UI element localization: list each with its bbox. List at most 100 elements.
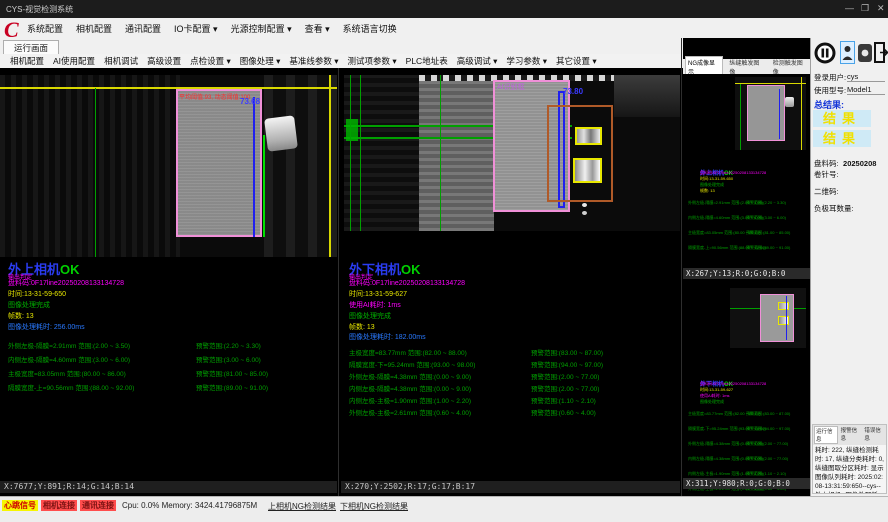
tool-other-settings[interactable]: 其它设置 ▾ (556, 55, 597, 67)
panel-divider (338, 68, 339, 496)
left-frame-count: 帧数: 13 (8, 311, 34, 321)
green-marker-block (346, 119, 358, 141)
login-user-label: 登录用户: (814, 72, 846, 83)
toolbar: 相机配置 AI使用配置 相机调试 高级设置 点检设置 ▾ 图像处理 ▾ 基准线参… (0, 54, 683, 68)
middle-barcode: 盘料码:0F17line20250208133134728 (349, 278, 465, 288)
measure-row: 外侧左极-主极=2.61mm 范围:(0.60 ~ 4.00)预警范围:(0.6… (349, 407, 679, 417)
tool-learn-params[interactable]: 学习参数 ▾ (506, 55, 547, 67)
tool-image-processing[interactable]: 图像处理 ▾ (240, 55, 281, 67)
measure-row: 外侧左极-隔膜=4.38mm 范围:(0.00 ~ 9.00) 预警范围:(2.0… (349, 371, 679, 381)
login-user-value[interactable]: cys (847, 72, 885, 82)
yellow-reference-line (0, 87, 337, 89)
model-value[interactable]: Model1 (847, 85, 885, 95)
measure-row: 内侧左极-主极=1.90mm 范围:(1.00 ~ 2.20) 预警范围:(1.1… (349, 395, 679, 405)
row-warn: 预警范围:(3.00 ~ 6.00) (196, 354, 261, 364)
row-text: 隔膜宽度-上=90.56mm 范围:(88.00 ~ 92.00) (8, 385, 134, 392)
panel-divider (681, 38, 682, 496)
machine-background (0, 75, 180, 257)
machine-background (614, 75, 680, 117)
mini1-pixel-coords: X:267;Y:13;R:0;G:0;B:0 (683, 268, 810, 279)
middle-ai-time: 使用AI耗时: 1ms (349, 300, 401, 310)
model-label: 使用型号: (814, 85, 846, 96)
menu-light-config[interactable]: 光源控制配置 ▾ (230, 20, 293, 37)
menu-system-config[interactable]: 系统配置 (26, 20, 64, 37)
qr-code-label: 二维码: (814, 186, 839, 197)
row-warn: 预警范围:(2.00 ~ 77.00) (531, 371, 599, 381)
machine-dot (582, 203, 587, 207)
mini-camera-view-1[interactable]: 外上相机OK 盘料码:0F17line20250208133134728 时间:… (683, 74, 810, 268)
tool-camera-config[interactable]: 相机配置 (10, 55, 44, 67)
tab-detect-box (778, 316, 789, 325)
row-warn: 预警范围:(94.00 ~ 97.00) (746, 426, 790, 432)
tool-plc-address[interactable]: PLC地址表 (406, 55, 448, 67)
login-user-button[interactable] (840, 41, 855, 64)
yellow-reference-line (801, 77, 802, 150)
left-time: 时间:13-31-59-650 (8, 289, 66, 299)
mini-thumb (735, 77, 806, 150)
batch-code-label: 盘料码: (814, 159, 839, 168)
row-text: 隔膜宽度-下=95.24mm 范围:(93.00 ~ 98.00) (349, 362, 475, 369)
mini-camera-view-2[interactable]: 外下相机OK 盘料码:0F17line20250208133134728 时间:… (683, 285, 810, 478)
row-warn: 预警范围:(94.00 ~ 97.00) (531, 359, 603, 369)
tool-camera-debug[interactable]: 相机调试 (104, 55, 138, 67)
machine-background (419, 75, 494, 231)
exit-button[interactable] (874, 41, 888, 64)
tool-advanced-debug[interactable]: 高级调试 ▾ (457, 55, 498, 67)
row-warn: 预警范围:(81.00 ~ 85.00) (746, 230, 790, 236)
middle-pixel-coords: X:270;Y:2502;R:17;G:17;B:17 (341, 481, 680, 493)
menu-io-config[interactable]: IO卡配置 ▾ (173, 20, 219, 37)
window-title: CYS-视觉检测系统 (6, 4, 73, 15)
middle-frame-count: 帧数: 13 (349, 322, 375, 332)
row-warn: 预警范围:(2.00 ~ 77.00) (531, 383, 599, 393)
tab-detect-box (778, 302, 789, 310)
tool-spot-check[interactable]: 点检设置 ▾ (190, 55, 231, 67)
menu-comm-config[interactable]: 通讯配置 (124, 20, 162, 37)
left-camera-image[interactable]: 平均阈值:93, 动态阈值:100 73.68 (0, 75, 337, 257)
bottom-camera-ng-link[interactable]: 下相机NG检测结果 (340, 501, 408, 512)
yellow-reference-line (329, 75, 331, 257)
top-camera-ng-link[interactable]: 上相机NG检测结果 (268, 501, 336, 512)
blue-measure-line (253, 97, 255, 237)
tab-alarm-info[interactable]: 报警信息 (840, 426, 862, 444)
menu-view[interactable]: 查看 ▾ (304, 20, 331, 37)
tool-test-params[interactable]: 测试项参数 ▾ (348, 55, 397, 67)
green-reference-line (740, 84, 741, 150)
close-button[interactable]: ✕ (877, 3, 885, 14)
camera-button[interactable] (858, 44, 872, 62)
ai-roi-label: AI识别框 (497, 82, 525, 92)
row-text: 内侧左极-主极=1.90mm 范围:(1.00 ~ 2.20) (349, 398, 471, 405)
pause-button[interactable] (814, 42, 836, 64)
tab-error-info[interactable]: 错误信息 (863, 426, 885, 444)
yellow-reference-line (735, 83, 806, 84)
blue-measure-line (779, 89, 780, 139)
row-warn: 预警范围:(83.00 ~ 87.00) (531, 347, 603, 357)
menu-language-switch[interactable]: 系统语言切换 (342, 20, 398, 37)
status-bar: 心跳信号 相机连接 通讯连接 Cpu: 0.0% Memory: 3424.41… (0, 496, 888, 522)
middle-camera-image[interactable]: AI识别框 73.80 (344, 75, 680, 231)
tool-advanced-settings[interactable]: 高级设置 (147, 55, 181, 67)
measure-value-overlay: 73.80 (563, 87, 583, 96)
machine-dot (582, 211, 587, 215)
needle-number-label: 卷针号: (814, 169, 839, 180)
menu-camera-config[interactable]: 相机配置 (75, 20, 113, 37)
info-log-box: 运行信息 报警信息 错误信息 耗时: 222, 纵缝检测耗时: 17, 纵缝分类… (812, 424, 887, 494)
measure-row: 外侧左极-隔膜=2.91mm 范围:(2.00 ~ 3.50)预警范围:(2.2… (8, 340, 328, 350)
left-result-ok: OK (60, 262, 80, 277)
mini-row: 外侧左极-隔膜=4.38mm 范围:(0.00 ~ 9.00)预警范围:(2.0… (688, 441, 808, 448)
row-text: 外侧左极-隔膜=4.38mm 范围:(0.00 ~ 9.00) (349, 374, 471, 381)
result-box-2: 结果 (813, 130, 871, 147)
left-barcode: 盘料码:0F17line20250208133134728 (8, 278, 124, 288)
tab-detect-box (573, 158, 602, 183)
cpu-memory-text: Cpu: 0.0% Memory: 3424.41796875M (122, 501, 257, 510)
tool-baseline-params[interactable]: 基准线参数 ▾ (289, 55, 338, 67)
minimize-button[interactable]: — (845, 3, 854, 13)
row-warn: 预警范围:(89.00 ~ 91.00) (196, 382, 268, 392)
mini-thumb (730, 288, 806, 348)
exit-door-icon (874, 41, 888, 64)
maximize-button[interactable]: ❐ (861, 3, 869, 14)
tab-run-info[interactable]: 运行信息 (814, 426, 838, 444)
tool-ai-config[interactable]: AI使用配置 (53, 55, 95, 67)
row-warn: 预警范围:(1.10 ~ 2.10) (531, 395, 596, 405)
measure-row: 内侧左极-隔膜=4.60mm 范围:(3.00 ~ 6.00)预警范围:(3.0… (8, 354, 328, 364)
mini-row: 内侧左极-隔膜=4.60mm 范围:(3.00 ~ 6.00)预警范围:(3.0… (688, 215, 808, 222)
